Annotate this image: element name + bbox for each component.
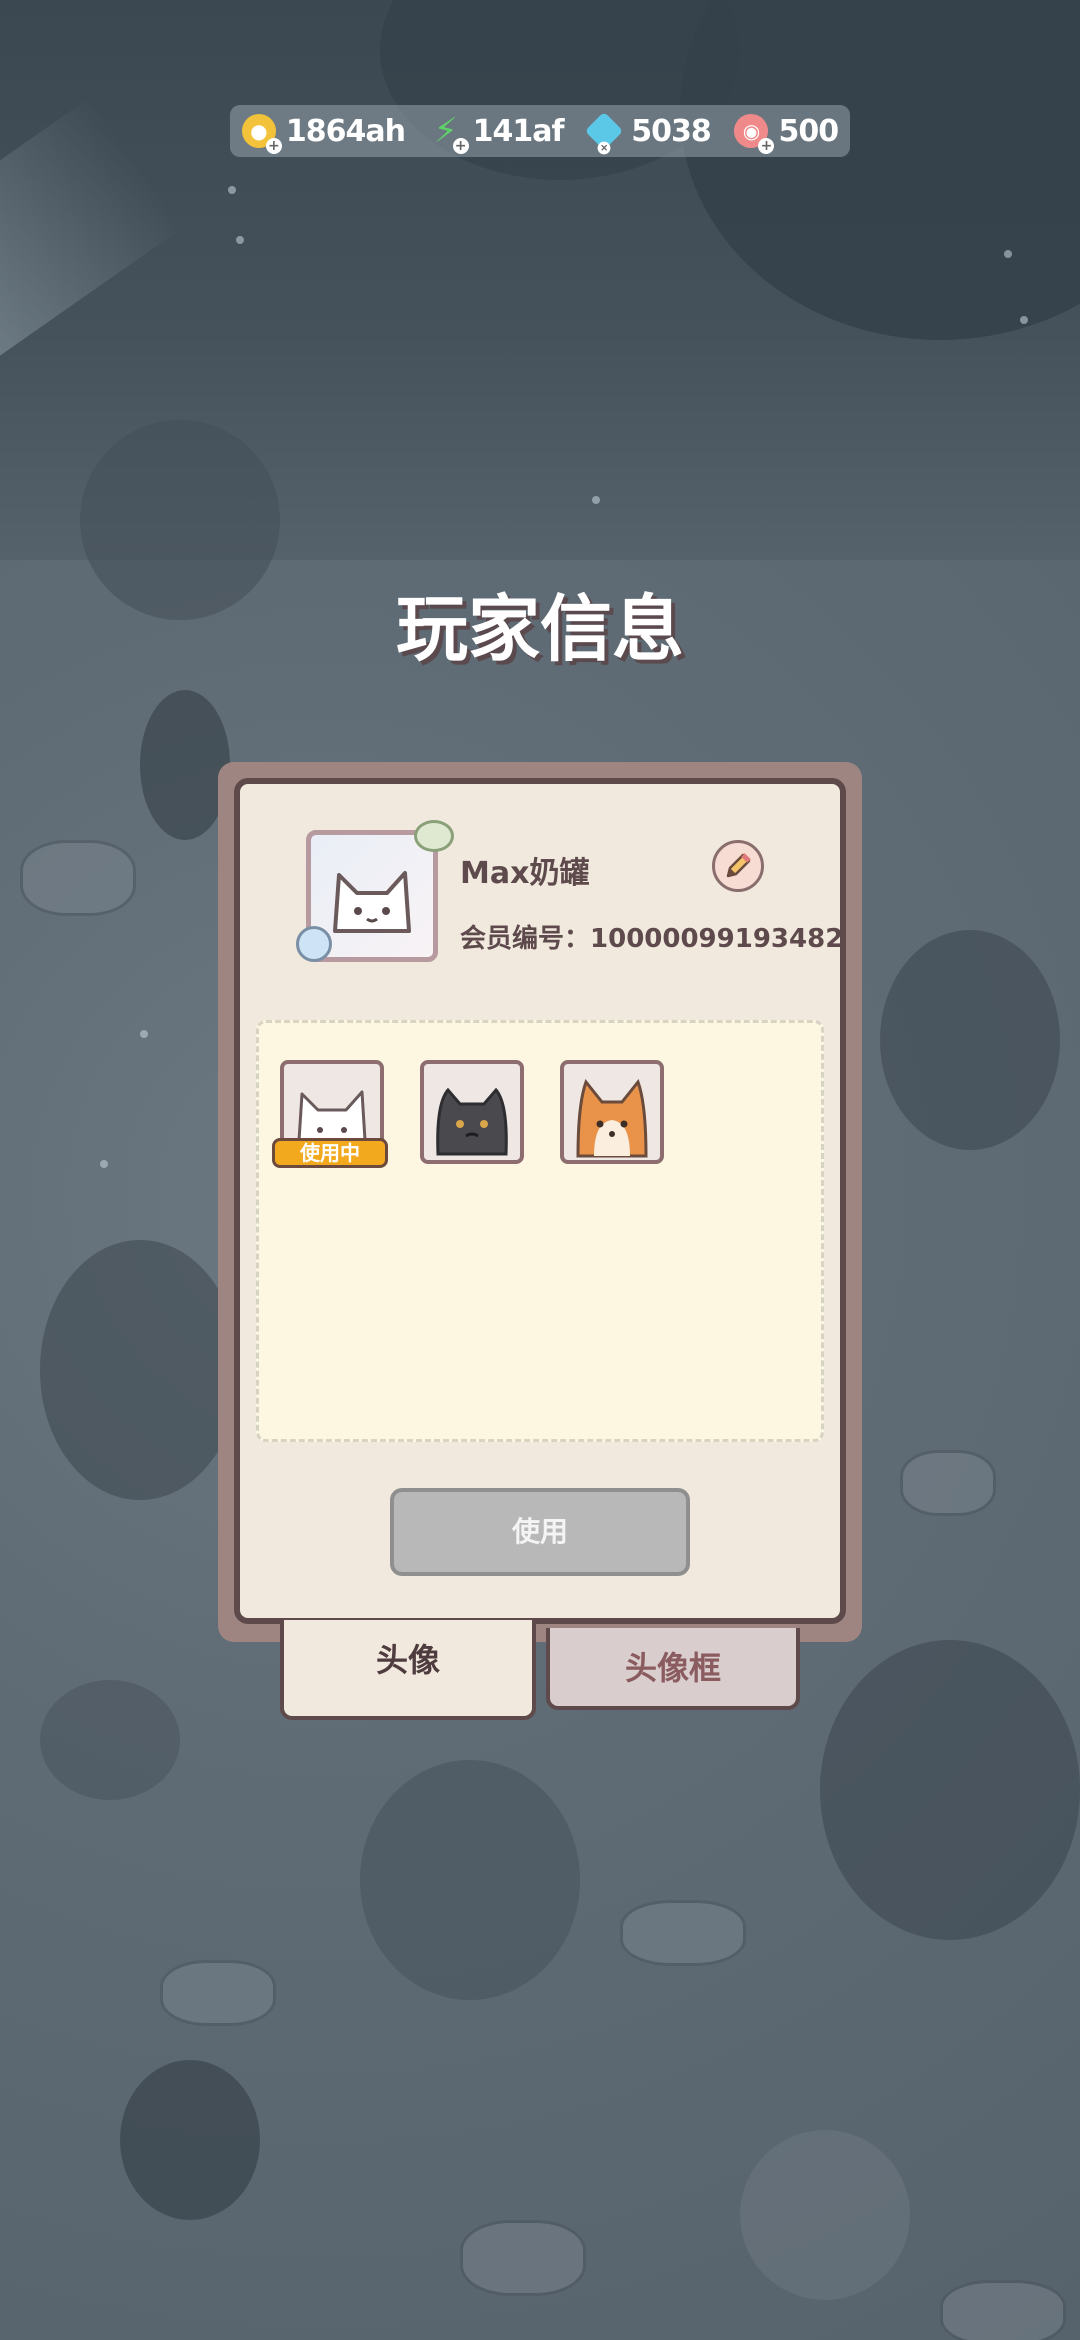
currency-value: 500	[778, 113, 839, 149]
player-name: Max奶罐	[460, 856, 590, 891]
member-id-value: 10000099193482	[590, 924, 844, 954]
flower-icon	[296, 926, 332, 962]
in-use-badge: 使用中	[272, 1138, 388, 1168]
currency-gem[interactable]: 5038	[585, 111, 712, 151]
currency-shell[interactable]: ◉ 500	[734, 113, 839, 154]
shell-icon: ◉	[734, 114, 775, 154]
tab-avatar[interactable]: 头像	[280, 1620, 536, 1720]
currency-value: 141af	[472, 113, 565, 149]
gem-icon	[585, 111, 624, 151]
use-button[interactable]: 使用	[390, 1488, 690, 1576]
lightning-icon: ⚡	[429, 111, 469, 154]
edit-name-button[interactable]	[712, 840, 764, 892]
tab-avatar-frame[interactable]: 头像框	[546, 1628, 800, 1710]
currency-value: 1864ah	[285, 113, 406, 149]
currency-value: 5038	[631, 113, 711, 149]
currency-bar: ● 1864ah ⚡ 141af 5038 ◉ 500	[230, 105, 850, 157]
member-id: 会员编号：10000099193482	[460, 918, 843, 955]
black-cat-icon	[436, 1087, 508, 1156]
shiba-dog-icon	[576, 1078, 648, 1158]
leaf-icon	[414, 820, 454, 852]
currency-energy[interactable]: ⚡ 141af	[429, 111, 565, 154]
pencil-icon	[726, 853, 751, 878]
avatar-option-shiba-dog[interactable]	[560, 1060, 664, 1164]
coin-icon: ●	[241, 114, 282, 154]
avatar-option-black-cat[interactable]	[420, 1060, 524, 1164]
member-id-label: 会员编号：	[460, 924, 591, 954]
currency-coin[interactable]: ● 1864ah	[241, 113, 406, 154]
page-title: 玩家信息	[395, 587, 684, 671]
